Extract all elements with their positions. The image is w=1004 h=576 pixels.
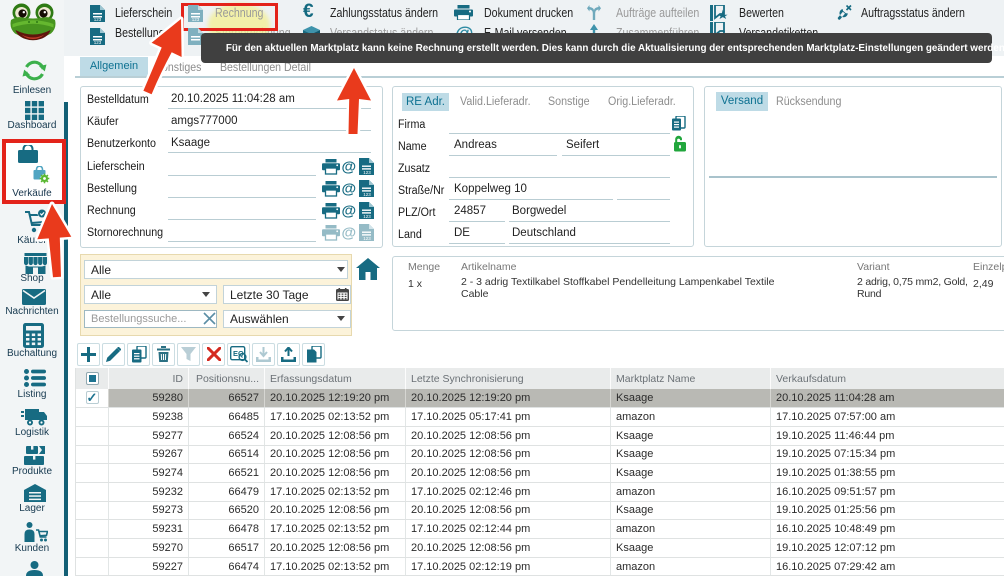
svg-text:123: 123	[192, 17, 200, 22]
svg-text:123: 123	[363, 170, 371, 175]
svg-text:123: 123	[94, 40, 102, 45]
svg-text:@: @	[342, 159, 357, 176]
svg-text:123: 123	[94, 17, 102, 22]
